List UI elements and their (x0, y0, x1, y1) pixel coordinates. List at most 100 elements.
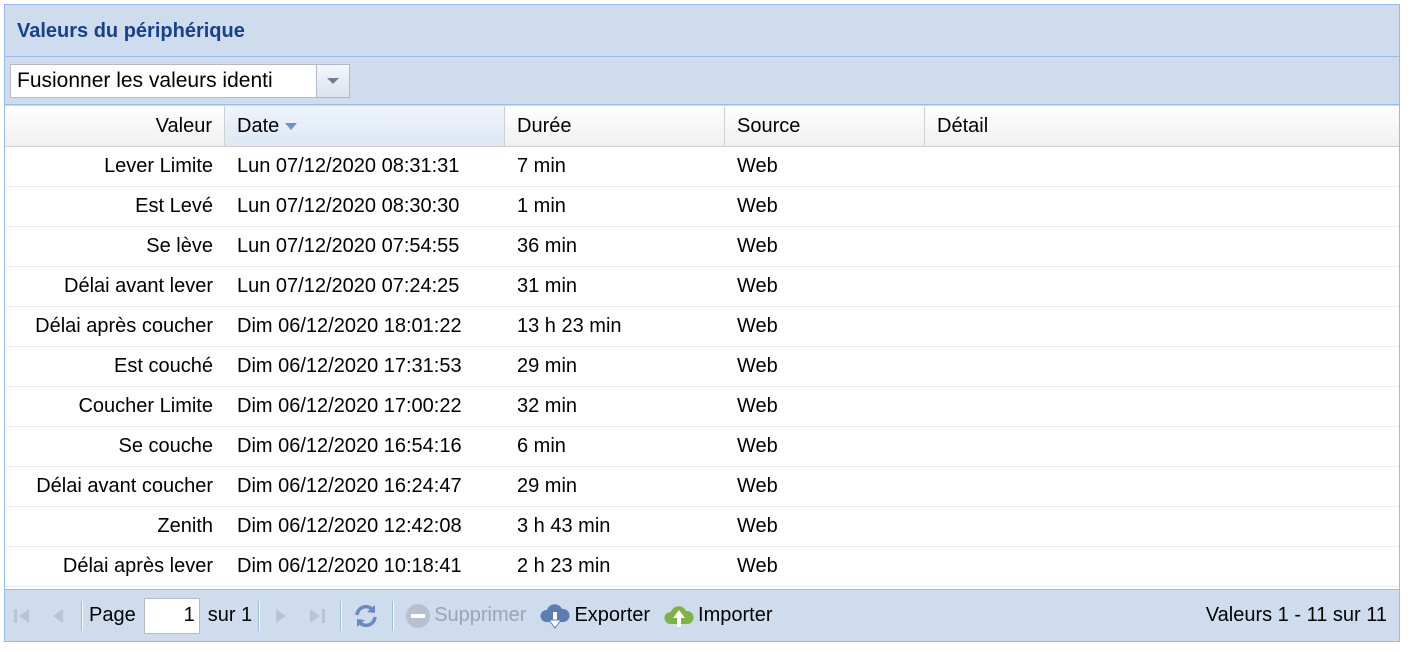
page-count-label: sur 1 (207, 604, 253, 626)
column-header-detail[interactable]: Détail (925, 106, 1399, 146)
cell-source: Web (737, 315, 778, 337)
cell-detail (925, 187, 1399, 226)
cell-duree: 32 min (517, 395, 578, 417)
table-row[interactable]: Délai avant lever Lun 07/12/2020 07:24:25… (5, 267, 1399, 307)
import-label: Importer (698, 604, 773, 626)
toolbar-separator (81, 600, 83, 631)
cell-valeur: Zenith (157, 515, 213, 537)
column-header-duree[interactable]: Durée (505, 106, 725, 146)
cell-valeur: Se couche (118, 435, 213, 457)
table-row[interactable]: Délai après coucher Dim 06/12/2020 18:01:… (5, 307, 1399, 347)
column-header-valeur[interactable]: Valeur (5, 106, 225, 146)
column-header-source[interactable]: Source (725, 106, 925, 146)
display-info: Valeurs 1 - 11 sur 11 (1205, 604, 1387, 626)
chevron-down-icon[interactable] (316, 65, 349, 97)
prev-page-button[interactable] (41, 596, 77, 636)
table-row[interactable]: Coucher Limite Dim 06/12/2020 17:00:22 32 … (5, 387, 1399, 427)
table-row[interactable]: Zenith Dim 06/12/2020 12:42:08 3 h 43 min W… (5, 507, 1399, 547)
cell-source: Web (737, 555, 778, 577)
cell-duree: 2 h 23 min (517, 555, 611, 577)
table-row[interactable]: Est couché Dim 06/12/2020 17:31:53 29 min W… (5, 347, 1399, 387)
cell-date: Lun 07/12/2020 08:31:31 (237, 155, 460, 177)
cell-source: Web (737, 515, 778, 537)
sort-desc-icon (285, 123, 298, 131)
cell-detail (925, 147, 1399, 186)
cell-valeur: Délai avant coucher (36, 475, 213, 497)
cell-date: Dim 06/12/2020 12:42:08 (237, 515, 462, 537)
import-button[interactable]: Importer (656, 596, 778, 636)
cell-valeur: Se lève (146, 235, 213, 257)
cell-duree: 29 min (517, 355, 578, 377)
top-toolbar: Fusionner les valeurs identi (5, 57, 1399, 105)
cell-duree: 6 min (517, 435, 566, 457)
cell-date: Lun 07/12/2020 07:24:25 (237, 275, 460, 297)
cell-valeur: Délai avant lever (64, 275, 213, 297)
delete-button[interactable]: Supprimer (398, 596, 532, 636)
cell-date: Dim 06/12/2020 16:24:47 (237, 475, 462, 497)
refresh-button[interactable] (346, 596, 388, 636)
column-header-date[interactable]: Date (225, 106, 505, 146)
cell-date: Dim 06/12/2020 18:01:22 (237, 315, 462, 337)
cell-valeur: Délai après lever (62, 555, 213, 577)
last-page-icon (306, 605, 328, 627)
cell-date: Dim 06/12/2020 17:00:22 (237, 395, 462, 417)
cell-duree: 13 h 23 min (517, 315, 622, 337)
cell-valeur: Est Levé (135, 195, 213, 217)
first-page-button[interactable] (5, 596, 41, 636)
table-row[interactable]: Lever Limite Lun 07/12/2020 08:31:31 7 min… (5, 147, 1399, 187)
prev-page-icon (47, 605, 69, 627)
cell-duree: 7 min (517, 155, 566, 177)
cell-source: Web (737, 195, 778, 217)
cell-valeur: Coucher Limite (78, 395, 213, 417)
panel-title: Valeurs du périphérique (5, 5, 1399, 57)
table-row[interactable]: Se lève Lun 07/12/2020 07:54:55 36 min Web (5, 227, 1399, 267)
cell-source: Web (737, 475, 778, 497)
cell-detail (925, 307, 1399, 346)
cell-date: Dim 06/12/2020 17:31:53 (237, 355, 462, 377)
toolbar-separator (392, 600, 395, 631)
refresh-icon (352, 603, 380, 629)
toolbar-separator (340, 600, 343, 631)
cloud-upload-icon (662, 602, 696, 630)
grid-header: Valeur Date Durée Source Détail (5, 106, 1399, 147)
values-grid: Valeur Date Durée Source Détail Lever Li… (5, 106, 1399, 589)
table-row[interactable]: Délai après lever Dim 06/12/2020 10:18:41… (5, 547, 1399, 587)
toolbar-separator (258, 600, 261, 631)
cell-valeur: Délai après coucher (35, 315, 213, 337)
delete-label: Supprimer (434, 604, 527, 626)
device-values-panel: Valeurs du périphérique Fusionner les va… (4, 4, 1400, 642)
cell-detail (925, 467, 1399, 506)
cell-source: Web (737, 435, 778, 457)
cell-date: Lun 07/12/2020 08:30:30 (237, 195, 460, 217)
cell-detail (925, 227, 1399, 266)
cloud-download-icon (538, 602, 572, 630)
table-row[interactable]: Est Levé Lun 07/12/2020 08:30:30 1 min Web (5, 187, 1399, 227)
last-page-button[interactable] (300, 596, 336, 636)
cell-source: Web (737, 355, 778, 377)
cell-duree: 36 min (517, 235, 578, 257)
paging-toolbar: Page sur 1 (5, 589, 1399, 641)
page-number-input[interactable] (143, 597, 200, 634)
cell-date: Lun 07/12/2020 07:54:55 (237, 235, 460, 257)
cell-duree: 3 h 43 min (517, 515, 611, 537)
table-row[interactable]: Délai avant coucher Dim 06/12/2020 16:24:… (5, 467, 1399, 507)
next-page-button[interactable] (264, 596, 300, 636)
merge-values-combo-text[interactable]: Fusionner les valeurs identi (11, 65, 316, 97)
cell-source: Web (737, 395, 778, 417)
table-row[interactable]: Se couche Dim 06/12/2020 16:54:16 6 min Web (5, 427, 1399, 467)
export-label: Exporter (574, 604, 651, 626)
cell-detail (925, 547, 1399, 586)
cell-detail (925, 267, 1399, 306)
cell-date: Dim 06/12/2020 10:18:41 (237, 555, 462, 577)
merge-values-combo[interactable]: Fusionner les valeurs identi (10, 64, 350, 98)
grid-body: Lever Limite Lun 07/12/2020 08:31:31 7 min… (5, 147, 1399, 587)
cell-source: Web (737, 275, 778, 297)
cell-source: Web (737, 155, 778, 177)
cell-valeur: Est couché (114, 355, 213, 377)
next-page-icon (270, 605, 292, 627)
cell-duree: 29 min (517, 475, 578, 497)
cell-duree: 31 min (517, 275, 578, 297)
first-page-icon (11, 605, 33, 627)
minus-circle-icon (404, 602, 432, 630)
export-button[interactable]: Exporter (532, 596, 656, 636)
